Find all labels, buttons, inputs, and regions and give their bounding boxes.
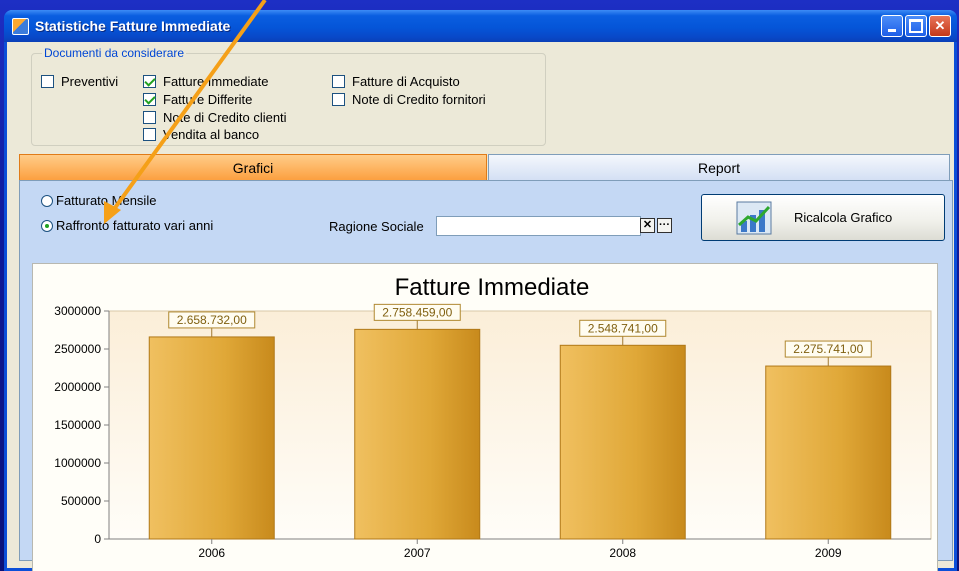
bar	[765, 365, 892, 540]
checkbox-label: Fatture Differite	[163, 92, 253, 107]
data-label: 2.548.741,00	[588, 321, 658, 335]
ricalcola-grafico-button[interactable]: Ricalcola Grafico	[701, 194, 945, 241]
chart-icon	[736, 201, 772, 234]
checkbox-box[interactable]	[332, 75, 345, 88]
grafici-panel: Fatturato Mensile Raffronto fatturato va…	[19, 180, 953, 571]
ricalcola-label: Ricalcola Grafico	[794, 210, 893, 225]
tab-report[interactable]: Report	[488, 154, 950, 180]
data-label: 2.658.732,00	[177, 313, 247, 327]
x-tick-label: 2008	[609, 546, 636, 560]
y-tick-label: 2500000	[54, 342, 101, 356]
clear-button[interactable]: ✕	[640, 218, 655, 233]
checkbox-box[interactable]	[143, 93, 156, 106]
y-tick-label: 500000	[61, 494, 101, 508]
x-tick-label: 2009	[815, 546, 842, 560]
statistics-window: Statistiche Fatture Immediate ✕ Document…	[4, 10, 957, 571]
bar-chart: 0 500000 1000000 1500000 2000000 2500000 30000…	[54, 274, 932, 560]
data-label: 2.275.741,00	[793, 342, 863, 356]
radio-raffronto-anni[interactable]: Raffronto fatturato vari anni	[41, 218, 213, 233]
tab-grafici[interactable]: Grafici	[19, 154, 487, 180]
checkbox-label: Fatture di Acquisto	[352, 74, 460, 89]
maximize-button[interactable]	[905, 15, 927, 37]
bar	[148, 336, 275, 540]
data-label: 2.758.459,00	[382, 305, 452, 319]
checkbox-label: Vendita al banco	[163, 127, 260, 142]
radio-dot[interactable]	[41, 194, 53, 207]
x-tick-label: 2007	[404, 546, 431, 560]
checkbox-box[interactable]	[41, 75, 54, 88]
checkbox-fatture-immediate[interactable]: Fatture Immediate	[143, 74, 269, 89]
title-bar[interactable]: Statistiche Fatture Immediate ✕	[4, 10, 957, 42]
y-tick-label: 3000000	[54, 304, 101, 318]
radio-label: Raffronto fatturato vari anni	[56, 218, 214, 233]
checkbox-preventivi[interactable]: Preventivi	[41, 74, 118, 89]
checkbox-box[interactable]	[143, 75, 156, 88]
x-tick-label: 2006	[198, 546, 225, 560]
minimize-button[interactable]	[881, 15, 903, 37]
radio-fatturato-mensile[interactable]: Fatturato Mensile	[41, 193, 156, 208]
checkbox-vendita-banco[interactable]: Vendita al banco	[143, 127, 259, 142]
tab-strip: Grafici Report	[19, 154, 953, 180]
chart-title: Fatture Immediate	[395, 274, 590, 301]
y-tick-label: 2000000	[54, 380, 101, 394]
radio-dot[interactable]	[41, 219, 53, 232]
documents-group-legend: Documenti da considerare	[42, 46, 187, 60]
checkbox-fatture-differite[interactable]: Fatture Differite	[143, 92, 252, 107]
checkbox-fatture-acquisto[interactable]: Fatture di Acquisto	[332, 74, 460, 89]
checkbox-note-credito-fornitori[interactable]: Note di Credito fornitori	[332, 92, 486, 107]
checkbox-label: Note di Credito clienti	[163, 110, 287, 125]
checkbox-box[interactable]	[332, 93, 345, 106]
app-icon	[12, 17, 29, 35]
checkbox-box[interactable]	[143, 111, 156, 124]
radio-label: Fatturato Mensile	[56, 193, 157, 208]
window-title: Statistiche Fatture Immediate	[35, 18, 231, 34]
y-tick-label: 1500000	[54, 418, 101, 432]
browse-button[interactable]: ···	[657, 218, 672, 233]
bar	[354, 328, 481, 540]
close-button[interactable]: ✕	[929, 15, 951, 37]
checkbox-label: Preventivi	[61, 74, 119, 89]
checkbox-label: Note di Credito fornitori	[352, 92, 486, 107]
documents-groupbox: Documenti da considerare Preventivi Fatt…	[31, 46, 546, 146]
ragione-sociale-input[interactable]	[436, 216, 641, 236]
checkbox-box[interactable]	[143, 128, 156, 141]
y-tick-label: 0	[94, 532, 101, 546]
checkbox-note-credito-clienti[interactable]: Note di Credito clienti	[143, 110, 287, 125]
y-tick-label: 1000000	[54, 456, 101, 470]
chart-area: 0 500000 1000000 1500000 2000000 2500000 30000…	[32, 263, 938, 571]
checkbox-label: Fatture Immediate	[163, 74, 269, 89]
bar	[559, 344, 686, 540]
ragione-sociale-label: Ragione Sociale	[329, 219, 424, 234]
